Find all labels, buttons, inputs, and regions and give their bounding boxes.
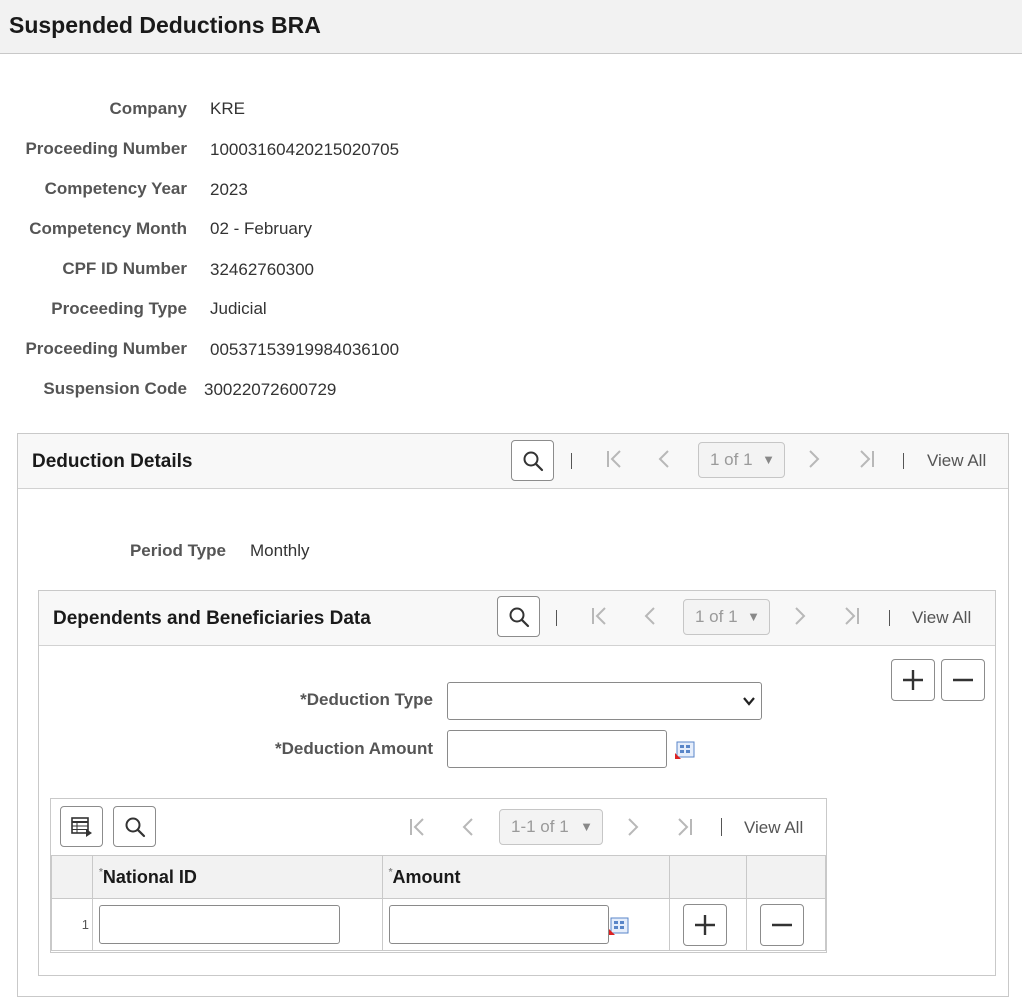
amount-header-label: Amount xyxy=(392,867,460,887)
separator xyxy=(556,610,557,626)
chevron-down-icon: ▼ xyxy=(747,600,760,634)
proceeding-type-label: Proceeding Type xyxy=(0,299,187,319)
previous-icon[interactable] xyxy=(658,449,670,473)
minus-icon xyxy=(952,669,974,691)
previous-icon[interactable] xyxy=(644,606,656,630)
search-icon xyxy=(508,606,530,628)
table-row: 1 xyxy=(52,899,826,951)
separator xyxy=(721,818,722,836)
amount-input[interactable] xyxy=(389,905,609,944)
row-number-header xyxy=(52,856,93,899)
delete-grid-row-button[interactable] xyxy=(760,904,804,946)
deduction-details-search-button[interactable] xyxy=(511,440,554,481)
deduction-details-header: Deduction Details 1 of 1 ▼ View All xyxy=(18,434,1008,489)
chevron-down-icon: ▼ xyxy=(580,810,593,844)
plus-icon xyxy=(902,669,924,691)
next-icon[interactable] xyxy=(794,606,806,630)
national-id-grid: 1-1 of 1 ▼ View All *National ID xyxy=(50,798,827,953)
competency-month-label: Competency Month xyxy=(0,219,187,239)
previous-icon[interactable] xyxy=(462,817,474,841)
calculator-icon[interactable] xyxy=(609,917,629,935)
add-row-button[interactable] xyxy=(891,659,935,701)
dependents-header: Dependents and Beneficiaries Data 1 of 1… xyxy=(39,591,995,646)
deduction-amount-input[interactable] xyxy=(447,730,667,768)
company-label: Company xyxy=(0,99,187,119)
add-column-header xyxy=(670,856,747,899)
deduction-details-view-all-link[interactable]: View All xyxy=(927,451,986,471)
first-page-icon[interactable] xyxy=(605,449,623,473)
grid-header-row: *National ID *Amount xyxy=(52,856,826,899)
competency-year-label: Competency Year xyxy=(0,179,187,199)
separator xyxy=(903,453,904,469)
national-id-input[interactable] xyxy=(99,905,340,944)
grid-table: *National ID *Amount 1 xyxy=(51,855,826,951)
row-number: 1 xyxy=(52,899,93,951)
delete-cell xyxy=(747,899,826,951)
amount-header[interactable]: *Amount xyxy=(382,856,670,899)
national-id-header-label: National ID xyxy=(103,867,197,887)
last-page-icon[interactable] xyxy=(843,606,861,630)
grid-personalize-icon xyxy=(71,817,93,837)
next-icon[interactable] xyxy=(808,449,820,473)
suspension-code-value: 30022072600729 xyxy=(204,380,336,400)
page-header: Suspended Deductions BRA xyxy=(0,0,1022,54)
cpf-id-number-label: CPF ID Number xyxy=(0,259,187,279)
grid-search-button[interactable] xyxy=(113,806,156,847)
deduction-amount-label: *Deduction Amount xyxy=(189,739,433,759)
page-title: Suspended Deductions BRA xyxy=(9,12,321,39)
suspension-code-label: Suspension Code xyxy=(0,379,187,399)
deduction-type-label: *Deduction Type xyxy=(189,690,433,710)
dependents-pager-select[interactable]: 1 of 1 ▼ xyxy=(683,599,770,635)
proceeding-number-2-value: 00537153919984036100 xyxy=(210,340,399,360)
dependents-search-button[interactable] xyxy=(497,596,540,637)
first-page-icon[interactable] xyxy=(408,817,426,841)
search-icon xyxy=(124,816,146,838)
deduction-details-title: Deduction Details xyxy=(32,451,192,473)
dependents-title: Dependents and Beneficiaries Data xyxy=(53,608,371,630)
period-type-label: Period Type xyxy=(58,541,226,561)
pager-text: 1 of 1 xyxy=(710,450,753,469)
delete-row-button[interactable] xyxy=(941,659,985,701)
competency-year-value: 2023 xyxy=(210,180,248,200)
cpf-id-number-value: 32462760300 xyxy=(210,260,314,280)
search-icon xyxy=(522,450,544,472)
delete-column-header xyxy=(747,856,826,899)
company-value: KRE xyxy=(210,99,245,119)
proceeding-number-label: Proceeding Number xyxy=(0,139,187,159)
chevron-down-icon: ▼ xyxy=(762,443,775,477)
grid-pager-select[interactable]: 1-1 of 1 ▼ xyxy=(499,809,603,845)
minus-icon xyxy=(771,914,793,936)
first-page-icon[interactable] xyxy=(590,606,608,630)
period-type-value: Monthly xyxy=(250,541,310,561)
chevron-down-icon xyxy=(743,697,755,706)
calculator-icon[interactable] xyxy=(675,741,695,759)
plus-icon xyxy=(694,914,716,936)
deduction-details-group: Deduction Details 1 of 1 ▼ View All Peri… xyxy=(17,433,1009,997)
pager-text: 1 of 1 xyxy=(695,607,738,626)
national-id-cell xyxy=(92,899,382,951)
next-icon[interactable] xyxy=(627,817,639,841)
last-page-icon[interactable] xyxy=(858,449,876,473)
add-cell xyxy=(670,899,747,951)
competency-month-value: 02 - February xyxy=(210,219,312,239)
pager-text: 1-1 of 1 xyxy=(511,817,569,836)
separator xyxy=(571,453,572,469)
add-grid-row-button[interactable] xyxy=(683,904,727,946)
grid-personalize-button[interactable] xyxy=(60,806,103,847)
deduction-details-pager-select[interactable]: 1 of 1 ▼ xyxy=(698,442,785,478)
dependents-view-all-link[interactable]: View All xyxy=(912,608,971,628)
dependents-group: Dependents and Beneficiaries Data 1 of 1… xyxy=(38,590,996,976)
proceeding-type-value: Judicial xyxy=(210,299,267,319)
separator xyxy=(889,610,890,626)
last-page-icon[interactable] xyxy=(676,817,694,841)
national-id-header[interactable]: *National ID xyxy=(92,856,382,899)
deduction-type-select[interactable] xyxy=(447,682,762,720)
grid-view-all-link[interactable]: View All xyxy=(744,818,803,838)
proceeding-number-2-label: Proceeding Number xyxy=(0,339,187,359)
proceeding-number-value: 10003160420215020705 xyxy=(210,140,399,160)
amount-cell xyxy=(382,899,670,951)
